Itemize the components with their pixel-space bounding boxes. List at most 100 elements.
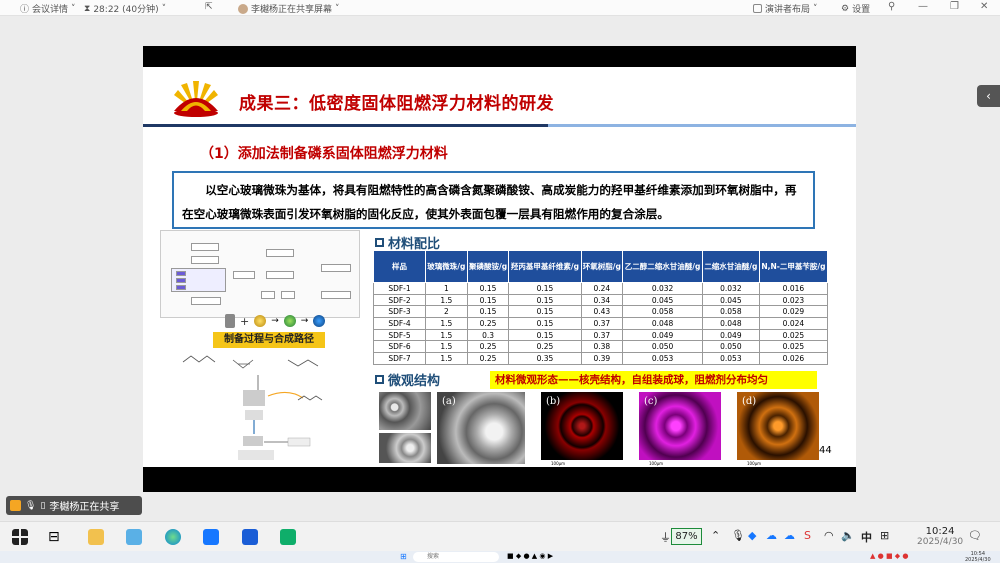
table-cell: SDF-5 — [373, 328, 426, 342]
table-cell: 2 — [425, 305, 468, 319]
chevron-down-icon: ˅ — [71, 3, 76, 14]
table-cell: 0.15 — [508, 328, 582, 342]
collapse-panel-button[interactable]: ‹ — [977, 85, 1000, 107]
table-cell: 0.43 — [580, 305, 624, 319]
coated-sphere-icon — [283, 315, 296, 327]
cloud-sync-icon[interactable]: ☁ — [784, 529, 795, 542]
table-cell: 0.032 — [701, 282, 760, 295]
remote-clock: 10:54 2025/4/30 — [965, 551, 991, 563]
synthesis-scheme — [178, 350, 338, 462]
table-body: SDF-1 1 0.15 0.15 0.24 0.032 0.032 0.016 SDF-2 1.… — [373, 282, 829, 365]
sharing-badge: 🎙 ▯ 李樾杨正在共享 — [6, 496, 142, 515]
info-icon: ⓘ — [20, 5, 30, 15]
volume-icon[interactable]: 🔈 — [841, 529, 855, 542]
wps-icon[interactable]: S — [804, 529, 811, 542]
composite-sphere-icon — [313, 315, 326, 327]
remote-search-text: 搜索 — [427, 553, 440, 560]
table-cell: 0.37 — [580, 328, 624, 342]
table-cell: 0.048 — [701, 317, 760, 330]
table-cell: 0.023 — [758, 293, 829, 307]
battery-indicator[interactable]: 87% — [671, 528, 702, 545]
table-cell: 0.34 — [580, 293, 624, 307]
beaker-icon — [225, 314, 235, 328]
remote-tray-icons: ▲ ● ■ ◆ ● — [870, 552, 909, 560]
table-cell: SDF-7 — [373, 352, 426, 365]
flow-box — [281, 291, 295, 299]
company-logo-icon — [174, 81, 218, 117]
table-cell: 0.15 — [508, 293, 582, 307]
table-header-cell: 聚磷酸铵/g — [466, 250, 510, 283]
table-cell: 0.25 — [508, 340, 582, 354]
start-button-icon[interactable] — [12, 529, 28, 545]
cloud-icon[interactable]: ☁ — [766, 529, 777, 542]
table-row: SDF-5 1.5 0.3 0.15 0.37 0.049 0.049 0.025 — [373, 328, 829, 342]
control-panel-icon[interactable] — [126, 529, 142, 545]
settings-label: 设置 — [852, 5, 871, 15]
wechat-work-icon[interactable] — [280, 529, 296, 545]
pin-icon[interactable]: ⚲ — [888, 1, 895, 12]
table-cell: 0.048 — [622, 317, 703, 330]
table-cell: 0.15 — [508, 282, 582, 295]
settings-button[interactable]: ⚙ 设置 — [841, 2, 871, 16]
mic-icon: 🎙 — [25, 500, 37, 511]
system-clock[interactable]: 10:24 2025/4/30 — [917, 526, 963, 547]
table-cell: SDF-2 — [373, 293, 426, 307]
task-view-icon[interactable]: ⊟ — [48, 529, 64, 545]
external-link-button[interactable]: ⇱ — [205, 2, 213, 12]
input-method-icon[interactable]: ⊞ — [880, 529, 889, 542]
table-cell: 1.5 — [425, 352, 468, 365]
chevron-up-icon[interactable]: ⌃ — [711, 529, 720, 542]
synthesis-banner: 制备过程与合成路径 — [213, 332, 325, 348]
arrow-right-icon: → — [300, 316, 309, 326]
table-cell: 0.045 — [701, 293, 760, 307]
clock-time: 10:24 — [925, 526, 955, 537]
layout-icon — [753, 4, 762, 13]
materials-table: 样品 玻璃微珠/g 聚磷酸铵/g 羟丙基甲基纤维素/g 环氧树脂/g 乙二醇二缩水甘油醚/… — [373, 250, 829, 365]
flow-box — [176, 285, 186, 290]
chevron-down-icon: ˅ — [335, 3, 340, 14]
flow-box — [233, 271, 255, 279]
table-header-cell: 玻璃微珠/g — [425, 250, 468, 283]
meeting-tray-icon[interactable]: ◆ — [748, 529, 756, 542]
layout-button[interactable]: 演讲者布局 ˅ — [753, 2, 818, 15]
hourglass-icon: ⧗ — [84, 3, 91, 14]
table-cell: 0.24 — [580, 282, 624, 295]
flow-box — [266, 249, 294, 257]
notification-icon[interactable]: 🗨 — [968, 529, 982, 542]
edge-browser-icon[interactable] — [165, 529, 181, 545]
meeting-details-button[interactable]: ⓘ 会议详情 ˅ — [20, 2, 76, 16]
app-l-icon[interactable] — [242, 529, 258, 545]
table-row: SDF-2 1.5 0.15 0.15 0.34 0.045 0.045 0.023 — [373, 293, 829, 307]
table-cell: 0.38 — [580, 340, 624, 354]
table-cell: 0.029 — [758, 305, 829, 319]
table-cell: 0.053 — [622, 352, 703, 365]
file-explorer-icon[interactable] — [88, 529, 104, 545]
table-cell: 0.025 — [758, 328, 829, 342]
scale-bar-label: 100μm — [551, 461, 566, 466]
table-header-cell: 样品 — [373, 250, 426, 283]
table-cell: 0.15 — [466, 282, 510, 295]
table-cell: 0.053 — [701, 352, 760, 365]
remote-clock-date: 2025/4/30 — [965, 557, 991, 563]
windows-taskbar: ⊟ ⏚ 87% ⌃ 🎙 ◆ ☁ ☁ S ◠ 🔈 中 ⊞ 10:24 2025/4… — [0, 521, 1000, 551]
minimize-icon[interactable]: — — [918, 1, 928, 12]
battery-percent: 87% — [675, 531, 698, 542]
wifi-icon[interactable]: ◠ — [824, 529, 834, 542]
table-cell: 0.25 — [466, 340, 510, 354]
microsphere-icon — [254, 315, 267, 327]
micro-heading: 微观结构 — [375, 370, 440, 389]
flow-box — [191, 297, 221, 305]
table-row: SDF-7 1.5 0.25 0.35 0.39 0.053 0.053 0.026 — [373, 352, 829, 365]
mic-icon[interactable]: 🎙 — [731, 529, 745, 542]
table-cell: 0.25 — [466, 352, 510, 365]
meeting-app-icon[interactable] — [203, 529, 219, 545]
chevron-down-icon: ˅ — [813, 3, 818, 14]
close-icon[interactable]: ✕ — [980, 1, 988, 12]
ime-indicator[interactable]: 中 — [861, 529, 872, 545]
restore-icon[interactable]: ❐ — [950, 1, 959, 12]
eds-map-c: (c) — [639, 392, 721, 460]
remote-taskbar: ⊞ 搜索 ■ ◆ ● ▲ ◉ ▶ ▲ ● ■ ◆ ● 10:54 2025/4/… — [0, 551, 1000, 563]
table-cell: 0.050 — [701, 340, 760, 354]
table-cell: SDF-4 — [373, 317, 426, 330]
table-header-cell: N,N-二甲基苄胺/g — [758, 250, 829, 283]
